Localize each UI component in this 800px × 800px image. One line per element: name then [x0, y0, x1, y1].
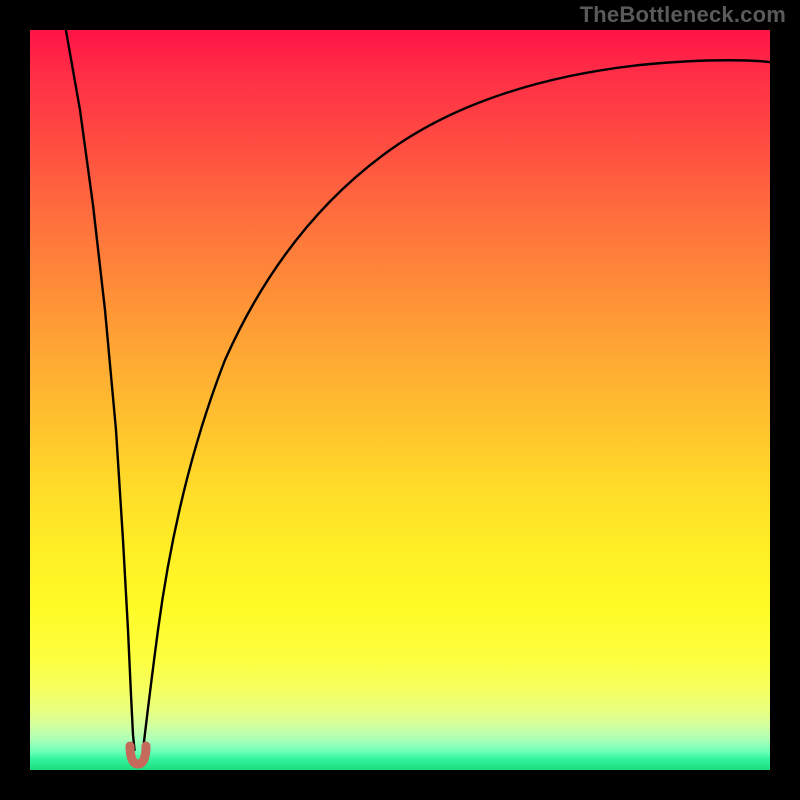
min-marker: [130, 746, 146, 764]
curve-right-branch: [143, 60, 770, 750]
curve-left-branch: [65, 30, 135, 750]
curve-layer: [30, 30, 770, 770]
watermark-label: TheBottleneck.com: [580, 2, 786, 28]
plot-area: [30, 30, 770, 770]
